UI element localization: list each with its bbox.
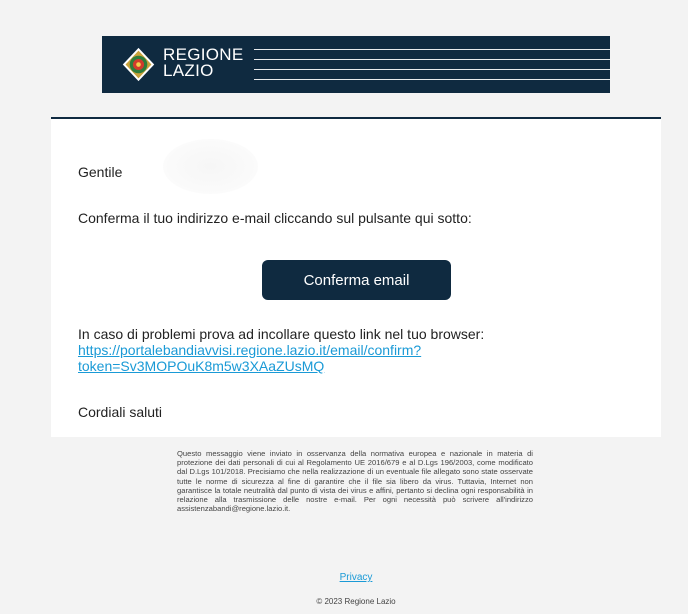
- header-banner: REGIONE LAZIO: [102, 36, 610, 93]
- regione-lazio-crest-icon: [122, 47, 155, 82]
- message-card: Gentile Conferma il tuo indirizzo e-mail…: [51, 117, 661, 437]
- instruction-text: Conferma il tuo indirizzo e-mail cliccan…: [78, 210, 472, 226]
- copyright-text: © 2023 Regione Lazio: [316, 597, 396, 606]
- decorative-lines: [254, 49, 610, 85]
- privacy-disclaimer: Questo messaggio viene inviato in osserv…: [177, 449, 533, 514]
- confirm-link-line1[interactable]: https://portalebandiavvisi.regione.lazio…: [78, 342, 484, 358]
- privacy-link[interactable]: Privacy: [51, 572, 661, 583]
- redacted-name: [163, 139, 258, 194]
- brand-name-line2: LAZIO: [163, 61, 214, 80]
- regards-text: Cordiali saluti: [78, 404, 163, 420]
- problem-paragraph: In caso di problemi prova ad incollare q…: [78, 326, 484, 374]
- confirm-link-line2[interactable]: token=Sv3MOPOuK8m5w3XAaZUsMQ: [78, 358, 484, 374]
- greeting-text: Gentile: [78, 164, 123, 180]
- brand-name: REGIONE LAZIO: [163, 46, 244, 80]
- confirm-email-button[interactable]: Conferma email: [262, 260, 451, 300]
- problem-text: In caso di problemi prova ad incollare q…: [78, 326, 485, 342]
- email-container: REGIONE LAZIO Gentile Conferma il tuo in…: [51, 15, 661, 614]
